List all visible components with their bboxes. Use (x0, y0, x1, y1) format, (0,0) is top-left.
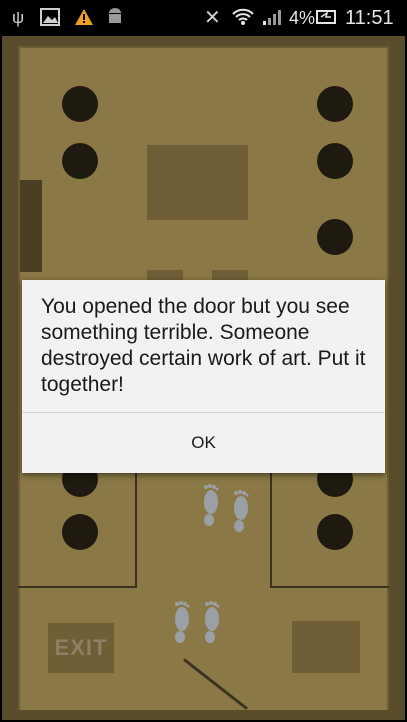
battery-percent: 4% (289, 8, 316, 28)
wall-line (135, 456, 137, 588)
left-door[interactable] (20, 180, 42, 272)
wifi-icon (232, 8, 254, 31)
status-bar: ψ ✕ 4% 11:51 (0, 0, 407, 36)
pillar (317, 143, 353, 179)
pillar (317, 86, 353, 122)
wall-line (270, 456, 272, 588)
mute-icon: ✕ (204, 7, 221, 29)
dialog-message: You opened the door but you see somethin… (41, 295, 366, 396)
usb-icon: ψ (12, 8, 25, 27)
wall-top (2, 36, 405, 46)
footprints-icon (197, 482, 261, 547)
image-icon (40, 8, 60, 31)
pillar (62, 514, 98, 550)
pillar (62, 86, 98, 122)
exit-sign[interactable]: EXIT (48, 623, 114, 673)
pillar (317, 219, 353, 255)
pillar (62, 143, 98, 179)
wall-left (2, 36, 18, 720)
table (147, 145, 248, 220)
wall-line (18, 586, 137, 588)
wall-bottom (2, 710, 405, 720)
ok-button[interactable]: OK (22, 413, 385, 473)
clock: 11:51 (345, 7, 394, 29)
signal-icon (262, 8, 284, 31)
pillar (317, 514, 353, 550)
wall-line (270, 586, 389, 588)
footprints-icon (168, 599, 232, 664)
wall-right (389, 36, 405, 720)
cabinet[interactable] (292, 621, 360, 673)
warning-icon (74, 8, 94, 31)
android-icon (106, 8, 124, 31)
alert-dialog: You opened the door but you see somethin… (22, 280, 385, 473)
battery-charging-icon (316, 8, 338, 31)
